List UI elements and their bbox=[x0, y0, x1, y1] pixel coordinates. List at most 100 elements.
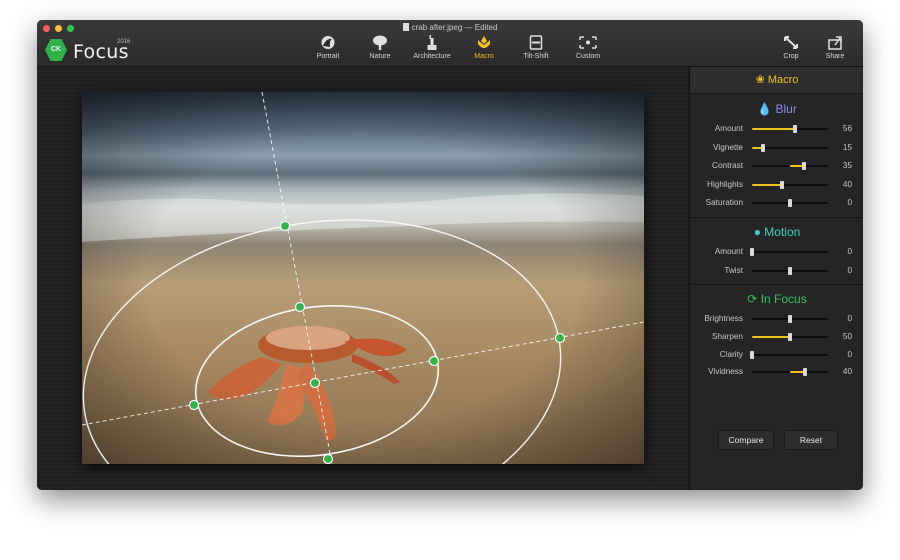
slider-thumb[interactable] bbox=[761, 143, 766, 152]
slider-thumb[interactable] bbox=[750, 350, 754, 359]
tab-custom[interactable]: Custom bbox=[562, 35, 614, 65]
slider-track[interactable] bbox=[752, 332, 828, 341]
tab-nature[interactable]: Nature bbox=[354, 35, 406, 65]
slider-thumb[interactable] bbox=[801, 162, 806, 171]
slider-thumb[interactable] bbox=[788, 266, 792, 275]
slider-value: 15 bbox=[842, 142, 852, 152]
edited-status: — Edited bbox=[464, 23, 498, 32]
adjustments-panel: ❀ Macro 💧 Blur Amount 56 Vignette 15 Contras… bbox=[689, 67, 863, 490]
slider-value: 0 bbox=[847, 246, 852, 256]
slider-clarity: Clarity 0 bbox=[690, 346, 863, 364]
slider-label: Twist bbox=[724, 265, 743, 275]
slider-track[interactable] bbox=[750, 350, 828, 359]
tree-icon bbox=[373, 35, 387, 50]
tab-macro[interactable]: Macro bbox=[458, 35, 510, 65]
share-icon bbox=[828, 36, 842, 50]
tilt-shift-icon bbox=[529, 35, 543, 50]
slider-label: Highlights bbox=[707, 179, 743, 189]
blur-sliders: Amount 56 Vignette 15 Contrast 35 Highlights 40… bbox=[690, 120, 863, 213]
right-tools: Crop Share bbox=[769, 35, 857, 60]
slider-amount: Amount 0 bbox=[690, 243, 863, 262]
panel-buttons: Compare Reset bbox=[690, 430, 863, 450]
slider-label: Amount bbox=[714, 124, 743, 133]
motion-sliders: Amount 0 Twist 0 bbox=[690, 243, 863, 280]
slider-value: 40 bbox=[842, 367, 852, 377]
app-year: 2016 bbox=[117, 39, 131, 45]
tab-portrait[interactable]: Portrait bbox=[302, 35, 354, 65]
slider-label: Vividness bbox=[708, 367, 743, 377]
slider-label: Contrast bbox=[712, 161, 743, 171]
slider-contrast: Contrast 35 bbox=[690, 157, 863, 176]
slider-label: Vignette bbox=[713, 142, 743, 152]
document-name: crab after.jpeg bbox=[411, 23, 463, 32]
toolbar: crab after.jpeg — Edited CK Focus 2016 P… bbox=[37, 20, 863, 67]
crop-icon bbox=[784, 36, 798, 49]
slider-track[interactable] bbox=[752, 315, 828, 324]
slider-thumb[interactable] bbox=[750, 247, 754, 256]
slider-value: 0 bbox=[847, 265, 852, 275]
center-handle[interactable] bbox=[309, 377, 321, 389]
inner-left-handle[interactable] bbox=[188, 399, 200, 411]
drop-icon: 💧 bbox=[757, 102, 773, 116]
slider-track[interactable] bbox=[752, 266, 828, 275]
share-button[interactable]: Share bbox=[813, 35, 857, 60]
tab-architecture[interactable]: Architecture bbox=[406, 35, 458, 65]
inner-top-handle[interactable] bbox=[294, 301, 306, 313]
in-focus-sliders: Brightness 0 Sharpen 50 Clarity 0 Vividness 40 bbox=[690, 310, 863, 381]
slider-value: 40 bbox=[842, 179, 852, 189]
outer-top-handle[interactable] bbox=[279, 220, 291, 232]
slider-value: 56 bbox=[842, 124, 852, 133]
portrait-icon bbox=[321, 36, 335, 49]
crop-label: Crop bbox=[783, 53, 799, 60]
slider-fill bbox=[752, 183, 783, 186]
slider-thumb[interactable] bbox=[788, 332, 792, 341]
slider-thumb[interactable] bbox=[803, 368, 808, 377]
document-icon bbox=[402, 23, 409, 31]
canvas bbox=[37, 67, 688, 490]
tab-label: Tilt-Shift bbox=[523, 53, 549, 60]
tab-label: Macro bbox=[474, 53, 494, 60]
crop-button[interactable]: Crop bbox=[769, 35, 813, 60]
share-label: Share bbox=[825, 53, 845, 60]
slider-track[interactable] bbox=[752, 125, 828, 133]
slider-value: 0 bbox=[847, 349, 852, 359]
slider-track[interactable] bbox=[752, 199, 828, 208]
slider-thumb[interactable] bbox=[780, 180, 785, 189]
slider-saturation: Saturation 0 bbox=[690, 194, 863, 213]
inner-right-handle[interactable] bbox=[428, 355, 440, 367]
slider-thumb[interactable] bbox=[788, 199, 792, 208]
blur-title: Blur bbox=[775, 102, 797, 116]
inner-bottom-handle[interactable] bbox=[322, 453, 334, 464]
compare-button[interactable]: Compare bbox=[718, 430, 774, 450]
refresh-icon: ⟳ bbox=[747, 292, 758, 307]
slider-track[interactable] bbox=[752, 143, 828, 152]
in-focus-section-title: ⟳ In Focus bbox=[690, 288, 863, 310]
focus-overlay bbox=[82, 92, 644, 464]
slider-track[interactable] bbox=[752, 368, 828, 377]
slider-value: 50 bbox=[842, 331, 852, 341]
slider-sharpen: Sharpen 50 bbox=[690, 328, 863, 346]
mode-tabs: Portrait Nature Architecture Macro Tilt-… bbox=[302, 35, 614, 65]
tab-label: Portrait bbox=[316, 53, 340, 60]
slider-label: Clarity bbox=[719, 349, 743, 359]
tab-tilt-shift[interactable]: Tilt-Shift bbox=[510, 35, 562, 65]
slider-amount: Amount 56 bbox=[690, 120, 863, 139]
slider-thumb[interactable] bbox=[792, 125, 797, 133]
panel-title: Macro bbox=[767, 74, 799, 86]
slider-label: Sharpen bbox=[712, 331, 743, 341]
slider-vignette: Vignette 15 bbox=[690, 139, 863, 158]
reset-button[interactable]: Reset bbox=[784, 430, 838, 450]
slider-value: 0 bbox=[847, 198, 852, 208]
slider-label: Saturation bbox=[705, 198, 743, 208]
slider-thumb[interactable] bbox=[788, 315, 792, 324]
custom-icon bbox=[579, 36, 597, 49]
slider-track[interactable] bbox=[752, 180, 828, 189]
slider-track[interactable] bbox=[752, 162, 828, 171]
slider-value: 35 bbox=[842, 161, 852, 171]
tab-label: Nature bbox=[369, 53, 391, 60]
statue-icon bbox=[427, 35, 437, 50]
outer-right-handle[interactable] bbox=[554, 332, 566, 344]
slider-track[interactable] bbox=[750, 247, 828, 256]
slider-label: Brightness bbox=[704, 314, 743, 324]
blur-section-title: 💧 Blur bbox=[690, 98, 863, 120]
